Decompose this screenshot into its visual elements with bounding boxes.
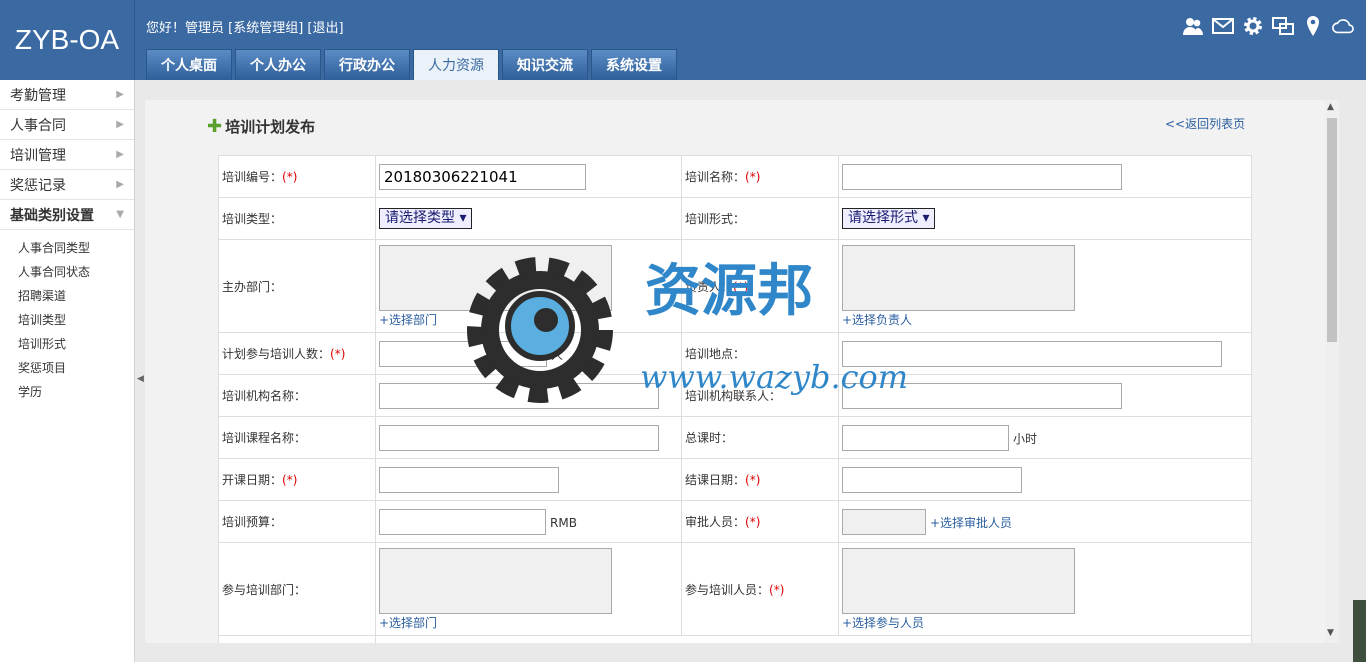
hours-label: 总课时： xyxy=(681,416,839,459)
train-form-select[interactable]: 请选择形式 ▾ xyxy=(842,208,936,229)
submenu-contract-status[interactable]: 人事合同状态 xyxy=(18,260,134,284)
start-date-input[interactable] xyxy=(379,466,559,493)
cloud-icon[interactable] xyxy=(1332,14,1354,38)
end-date-input[interactable] xyxy=(842,466,1022,493)
page-title: ✚ 培训计划发布 xyxy=(207,116,315,137)
chevron-right-icon: ▶ xyxy=(116,119,124,130)
submenu-education[interactable]: 学历 xyxy=(18,380,134,404)
tab-hr[interactable]: 人力资源 xyxy=(413,49,499,80)
sidebar-item-contract[interactable]: 人事合同 ▶ xyxy=(0,110,134,140)
back-to-list-link[interactable]: <<返回列表页 xyxy=(1165,115,1245,132)
count-input[interactable] xyxy=(379,340,547,367)
select-part-user-link[interactable]: +选择参与人员 xyxy=(842,614,1248,631)
dept-label: 主办部门： xyxy=(218,239,376,333)
budget-label: 培训预算： xyxy=(218,500,376,543)
budget-unit: RMB xyxy=(550,515,577,530)
train-type-select[interactable]: 请选择类型 ▾ xyxy=(379,208,473,229)
taskbar-edge xyxy=(1353,600,1366,662)
submenu-training-type[interactable]: 培训类型 xyxy=(18,308,134,332)
select-part-dept-link[interactable]: +选择部门 xyxy=(379,614,678,631)
submenu-training-form[interactable]: 培训形式 xyxy=(18,332,134,356)
main-scrollbar[interactable]: ▲ ▼ xyxy=(1325,100,1339,643)
dept-textarea[interactable] xyxy=(379,244,612,311)
count-unit: 人 xyxy=(551,347,564,362)
mail-icon[interactable] xyxy=(1212,14,1234,38)
part-dept-textarea[interactable] xyxy=(379,547,612,614)
gear-icon[interactable] xyxy=(1242,14,1264,38)
main-tabs: 个人桌面 个人办公 行政办公 人力资源 知识交流 系统设置 xyxy=(146,49,680,80)
submenu-reward-item[interactable]: 奖惩项目 xyxy=(18,356,134,380)
chevron-down-icon: ▼ xyxy=(116,209,124,220)
hours-unit: 小时 xyxy=(1013,431,1038,446)
train-form-label: 培训形式： xyxy=(681,197,839,240)
place-input[interactable] xyxy=(842,340,1222,367)
screens-icon[interactable] xyxy=(1272,14,1294,38)
org-contact-label: 培训机构联系人： xyxy=(681,374,839,417)
chevron-right-icon: ▶ xyxy=(116,149,124,160)
user-greeting[interactable]: 您好！管理员 [系统管理组] [退出] xyxy=(146,17,344,36)
select-dept-link[interactable]: +选择部门 xyxy=(379,311,678,328)
sidebar: 考勤管理 ▶ 人事合同 ▶ 培训管理 ▶ 奖惩记录 ▶ 基础类别设置 ▼ 人事合同类型 人… xyxy=(0,80,135,662)
plus-icon: ✚ xyxy=(207,116,223,137)
place-label: 培训地点： xyxy=(681,332,839,375)
org-label: 培训机构名称： xyxy=(218,374,376,417)
part-user-textarea[interactable] xyxy=(842,547,1075,614)
tab-admin-office[interactable]: 行政办公 xyxy=(324,49,410,80)
end-date-label: 结课日期：(*) xyxy=(681,458,839,501)
train-name-label: 培训名称：(*) xyxy=(681,155,839,198)
sidebar-item-basic-categories[interactable]: 基础类别设置 ▼ xyxy=(0,200,134,230)
sidebar-item-attendance[interactable]: 考勤管理 ▶ xyxy=(0,80,134,110)
hours-input[interactable] xyxy=(842,424,1009,451)
tab-personal-office[interactable]: 个人办公 xyxy=(235,49,321,80)
course-input[interactable] xyxy=(379,424,659,451)
scroll-down-icon[interactable]: ▼ xyxy=(1327,628,1334,638)
app-logo: ZYB-OA xyxy=(0,0,135,80)
course-label: 培训课程名称： xyxy=(218,416,376,459)
sidebar-item-label: 奖惩记录 xyxy=(10,177,66,194)
sidebar-item-label: 人事合同 xyxy=(10,117,66,134)
part-dept-label: 参与培训部门： xyxy=(218,542,376,636)
part-user-label: 参与培训人员：(*) xyxy=(681,542,839,636)
count-label: 计划参与培训人数：(*) xyxy=(218,332,376,375)
chevron-right-icon: ▶ xyxy=(116,89,124,100)
owner-textarea[interactable] xyxy=(842,244,1075,311)
approver-label: 审批人员：(*) xyxy=(681,500,839,543)
sidebar-item-label: 培训管理 xyxy=(10,147,66,164)
tab-knowledge[interactable]: 知识交流 xyxy=(502,49,588,80)
approver-input[interactable] xyxy=(842,508,926,535)
page-title-text: 培训计划发布 xyxy=(225,118,316,136)
scroll-thumb[interactable] xyxy=(1327,118,1337,342)
tab-system-settings[interactable]: 系统设置 xyxy=(591,49,677,80)
org-contact-input[interactable] xyxy=(842,382,1122,409)
header-icons xyxy=(1182,14,1354,38)
scroll-up-icon[interactable]: ▲ xyxy=(1327,102,1334,112)
main-content: ✚培训计划发布 <<返回列表页 培训编号：(*) 培训名称：(*) 培训类型： … xyxy=(145,100,1339,643)
submenu-contract-type[interactable]: 人事合同类型 xyxy=(18,236,134,260)
sidebar-item-label: 考勤管理 xyxy=(10,87,66,104)
start-date-label: 开课日期：(*) xyxy=(218,458,376,501)
budget-input[interactable] xyxy=(379,508,546,535)
train-name-input[interactable] xyxy=(842,163,1122,190)
tab-personal-desktop[interactable]: 个人桌面 xyxy=(146,49,232,80)
location-icon[interactable] xyxy=(1302,14,1324,38)
train-type-label: 培训类型： xyxy=(218,197,376,240)
owner-label: 负责人：(*) xyxy=(681,239,839,333)
sidebar-item-rewards[interactable]: 奖惩记录 ▶ xyxy=(0,170,134,200)
org-input[interactable] xyxy=(379,382,659,409)
top-header: ZYB-OA 您好！管理员 [系统管理组] [退出] 个人桌面 个人办公 行政办… xyxy=(0,0,1366,80)
sidebar-submenu: 人事合同类型 人事合同状态 招聘渠道 培训类型 培训形式 奖惩项目 学历 xyxy=(0,230,134,404)
train-no-input[interactable] xyxy=(379,163,586,190)
sidebar-item-label: 基础类别设置 xyxy=(10,207,94,224)
select-approver-link[interactable]: +选择审批人员 xyxy=(930,516,1012,530)
training-plan-form: 培训编号：(*) 培训名称：(*) 培训类型： 请选择类型 ▾ 培训形式： 请选… xyxy=(218,155,1252,643)
select-owner-link[interactable]: +选择负责人 xyxy=(842,311,1248,328)
users-icon[interactable] xyxy=(1182,14,1204,38)
sidebar-item-training[interactable]: 培训管理 ▶ xyxy=(0,140,134,170)
chevron-right-icon: ▶ xyxy=(116,179,124,190)
train-no-label: 培训编号：(*) xyxy=(218,155,376,198)
collapse-sidebar-icon[interactable]: ◀ xyxy=(137,374,144,384)
submenu-recruit-channel[interactable]: 招聘渠道 xyxy=(18,284,134,308)
